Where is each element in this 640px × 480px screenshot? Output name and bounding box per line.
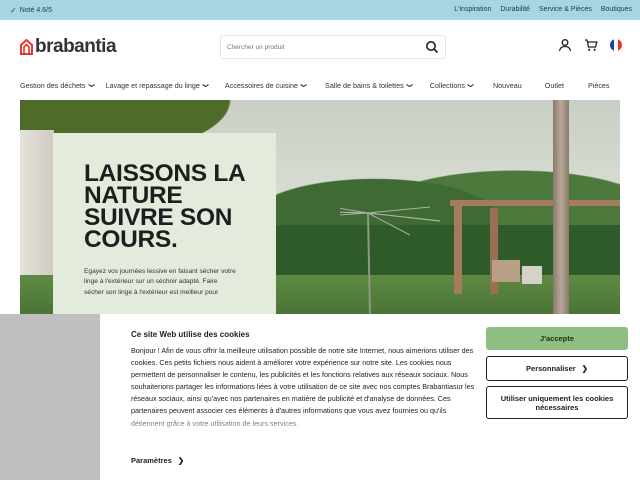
nav-collections[interactable]: Collections ❯ <box>430 81 473 90</box>
site-header: brabantia <box>0 20 640 74</box>
chevron-down-icon: ❯ <box>201 82 208 89</box>
accept-cookies-button[interactable]: J'accepte <box>486 327 628 350</box>
essential-cookies-button[interactable]: Utiliser uniquement les cookies nécessai… <box>486 386 628 419</box>
header-icons <box>558 38 622 52</box>
chevron-right-icon: ❯ <box>581 364 588 373</box>
top-link-durabilite[interactable]: Durabilité <box>500 6 530 13</box>
accept-label: J'accepte <box>540 334 574 343</box>
chevron-down-icon: ❯ <box>300 82 307 89</box>
nav-label: Salle de bains & toilettes <box>325 81 404 90</box>
customize-cookies-button[interactable]: Personnaliser ❯ <box>486 356 628 381</box>
customize-label: Personnaliser <box>526 364 576 373</box>
pergola-illustration <box>450 200 620 294</box>
chevron-down-icon: ❯ <box>466 82 473 89</box>
rating-badge: ✓ Noté 4.6/5 <box>10 6 52 15</box>
cookie-title: Ce site Web utilise des cookies <box>131 330 250 339</box>
search-input[interactable] <box>221 36 411 59</box>
brabantia-logo-icon <box>20 38 33 55</box>
chevron-right-icon: ❯ <box>177 456 185 465</box>
brand-logo[interactable]: brabantia <box>20 36 117 57</box>
cookie-body-fade <box>131 412 476 438</box>
nav-label: Gestion des déchets <box>20 81 86 90</box>
essential-label: Utiliser uniquement les cookies nécessai… <box>500 393 614 412</box>
nav-outlet[interactable]: Outlet <box>545 81 564 90</box>
cookie-parameters-link[interactable]: Paramètres ❯ <box>131 456 184 465</box>
nav-nouveau[interactable]: Nouveau <box>493 81 522 90</box>
parameters-label: Paramètres <box>131 456 172 465</box>
nav-gestion-dechets[interactable]: Gestion des déchets ❯ <box>20 81 94 90</box>
nav-salle-de-bains[interactable]: Salle de bains & toilettes ❯ <box>325 81 412 90</box>
chevron-down-icon: ❯ <box>405 82 412 89</box>
top-link-boutiques[interactable]: Boutiques <box>601 6 632 13</box>
hero-headline: LAISSONS LA NATURE SUIVRE SON COURS. <box>84 160 245 253</box>
hero-text-panel: LAISSONS LA NATURE SUIVRE SON COURS. Ega… <box>53 133 276 314</box>
hero-tree-trunk <box>553 100 569 314</box>
hero-banner[interactable]: LAISSONS LA NATURE SUIVRE SON COURS. Ega… <box>20 100 620 314</box>
search-box[interactable] <box>220 35 446 59</box>
top-link-service[interactable]: Service & Pièces <box>539 6 592 13</box>
search-icon[interactable] <box>425 40 439 54</box>
logo-text: brabantia <box>35 36 117 57</box>
nav-pieces[interactable]: Pièces <box>588 81 610 90</box>
main-nav: Gestion des déchets ❯ Lavage et repassag… <box>0 74 640 98</box>
user-icon[interactable] <box>558 38 572 52</box>
hero-body: Egayez vos journées lessive en faisant s… <box>84 268 236 296</box>
nav-label: Accessoires de cuisine <box>224 81 299 90</box>
nav-label: Nouveau <box>492 81 522 90</box>
nav-cuisine[interactable]: Accessoires de cuisine ❯ <box>225 81 306 90</box>
flag-fr-icon[interactable] <box>610 39 622 51</box>
top-links: L'inspiration Durabilité Service & Pièce… <box>454 6 632 13</box>
chevron-down-icon: ❯ <box>87 82 94 89</box>
top-link-inspiration[interactable]: L'inspiration <box>454 6 491 13</box>
rating-text: Noté 4.6/5 <box>19 7 53 14</box>
cookie-banner: Ce site Web utilise des cookies Bonjour … <box>100 314 640 480</box>
nav-label: Lavage et repassage du linge <box>105 81 200 90</box>
nav-label: Collections <box>429 81 465 90</box>
cart-icon[interactable] <box>584 38 598 52</box>
nav-label: Outlet <box>544 81 564 90</box>
nav-lavage[interactable]: Lavage et repassage du linge ❯ <box>106 81 208 90</box>
check-icon: ✓ <box>10 6 17 15</box>
nav-label: Pièces <box>587 81 610 90</box>
top-info-bar: ✓ Noté 4.6/5 L'inspiration Durabilité Se… <box>0 0 640 20</box>
